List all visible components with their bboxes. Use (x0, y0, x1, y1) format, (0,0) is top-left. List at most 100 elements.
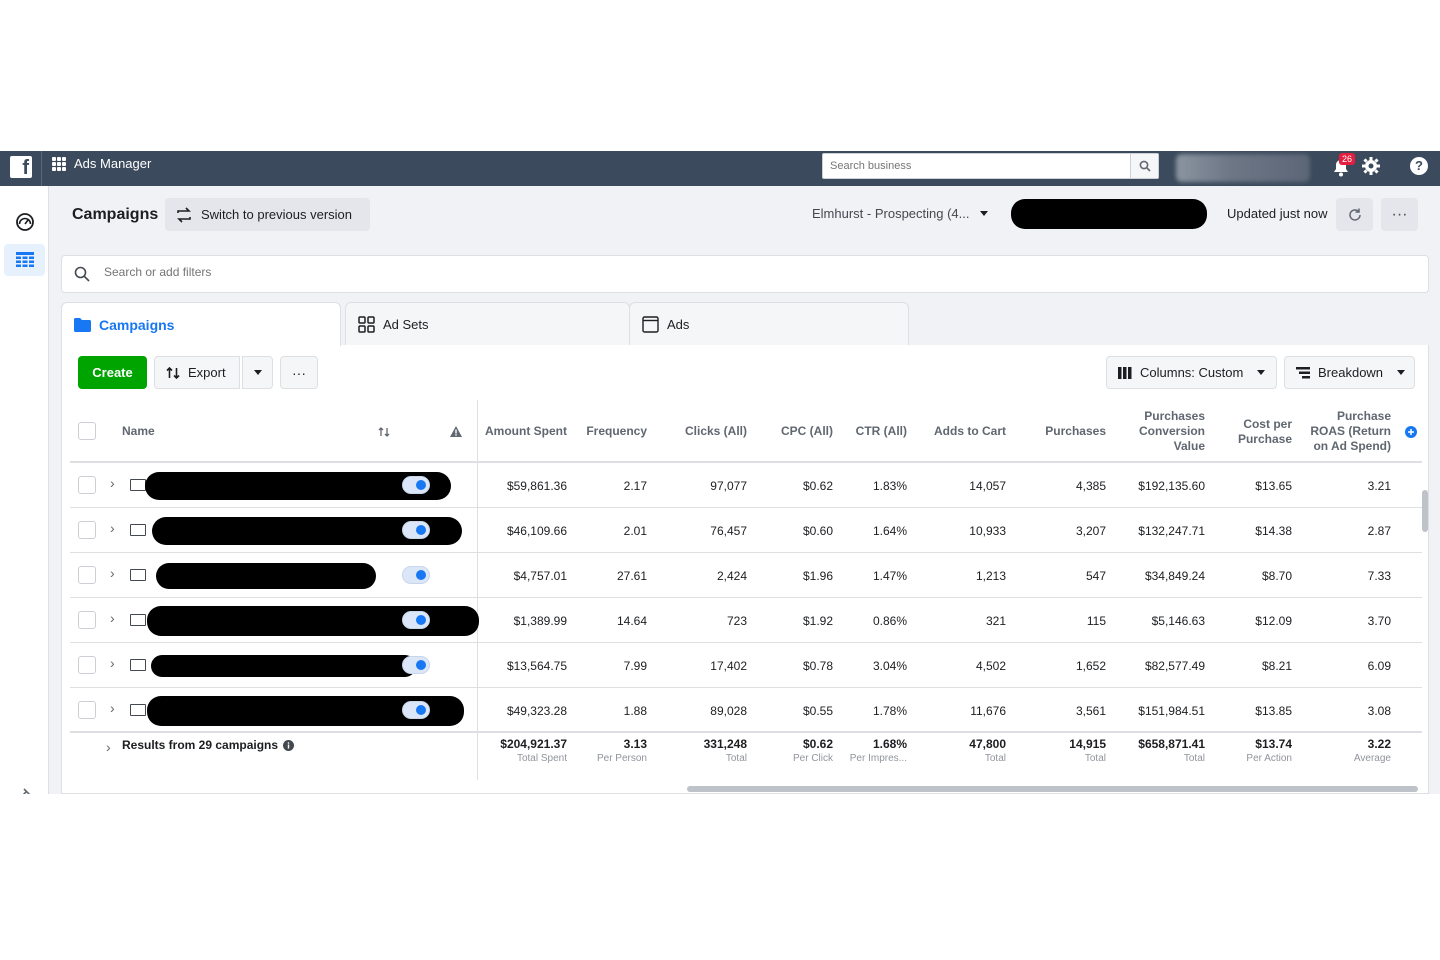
campaign-toggle[interactable] (402, 611, 430, 629)
folder-icon (130, 569, 146, 581)
column-header-amount-spent[interactable]: Amount Spent (480, 400, 567, 463)
tab-ads[interactable]: Ads (629, 302, 909, 345)
columns-button[interactable]: Columns: Custom (1106, 356, 1277, 389)
breakdown-button[interactable]: Breakdown (1284, 356, 1415, 389)
switch-version-label: Switch to previous version (201, 207, 353, 222)
total-value: 47,800 (969, 737, 1006, 751)
total-adds-to-cart: 47,800 Total (916, 737, 1006, 764)
table-row[interactable]: › $4,757.01 27.61 2,424 $1.96 1.47% 1,213 547 $3… (70, 553, 1422, 598)
filter-search-bar (61, 255, 1429, 293)
cell-conversion-value: $132,247.71 (1138, 523, 1205, 538)
facebook-logo-icon[interactable]: f (10, 156, 32, 179)
select-all-checkbox[interactable] (78, 422, 96, 440)
account-selector[interactable]: Elmhurst - Prospecting (4... (812, 206, 988, 221)
redacted-campaign-name (151, 654, 416, 677)
campaign-toggle[interactable] (402, 566, 430, 584)
campaign-toggle[interactable] (402, 701, 430, 719)
column-header-cpc[interactable]: CPC (All) (764, 400, 833, 463)
row-checkbox[interactable] (78, 566, 96, 584)
tab-campaigns[interactable]: Campaigns (61, 302, 341, 346)
cell-roas: 7.33 (1367, 568, 1391, 583)
column-header-adds-to-cart[interactable]: Adds to Cart (916, 400, 1006, 463)
apps-grid-icon[interactable] (52, 157, 66, 171)
table-row[interactable]: › $1,389.99 14.64 723 $1.92 0.86% 321 115 $5,146… (70, 598, 1422, 643)
sidebar-item-overview[interactable] (4, 206, 45, 238)
folder-icon (130, 659, 146, 671)
row-checkbox[interactable] (78, 701, 96, 719)
row-checkbox[interactable] (78, 611, 96, 629)
total-value: $204,921.37 (500, 737, 567, 751)
row-checkbox[interactable] (78, 521, 96, 539)
sort-arrows-icon[interactable] (376, 400, 390, 463)
cell-cpc: $1.96 (802, 568, 833, 583)
refresh-button[interactable] (1336, 198, 1373, 231)
sidebar-item-campaigns[interactable] (4, 244, 45, 276)
cell-frequency: 2.01 (623, 523, 647, 538)
chevron-right-icon[interactable]: › (110, 520, 115, 536)
chevron-right-icon[interactable]: › (110, 610, 115, 626)
create-button[interactable]: Create (78, 356, 147, 389)
filter-input[interactable] (104, 265, 704, 279)
app-title[interactable]: Ads Manager (74, 156, 151, 171)
column-header-name[interactable]: Name (122, 400, 155, 463)
more-actions-button[interactable]: ··· (280, 356, 318, 389)
chevron-right-icon[interactable]: › (110, 655, 115, 671)
column-header-purchases[interactable]: Purchases (1020, 400, 1106, 463)
columns-label: Columns: Custom (1140, 365, 1244, 380)
table-row[interactable]: › $13,564.75 7.99 17,402 $0.78 3.04% 4,502 1,65… (70, 643, 1422, 688)
cell-adds-to-cart: 4,502 (975, 658, 1006, 673)
search-business-input[interactable] (823, 154, 1129, 178)
page-title: Campaigns (72, 206, 159, 223)
campaign-toggle[interactable] (402, 521, 430, 539)
add-column-icon[interactable] (1403, 400, 1417, 463)
columns-icon (1118, 366, 1132, 379)
chevron-right-icon[interactable]: › (106, 739, 111, 755)
row-checkbox[interactable] (78, 656, 96, 674)
vertical-scrollbar[interactable] (1422, 490, 1428, 532)
table-row[interactable]: › $49,323.28 1.88 89,028 $0.55 1.78% 11,676 3,5… (70, 688, 1422, 733)
total-label: Average (1353, 753, 1391, 764)
row-checkbox[interactable] (78, 476, 96, 494)
total-label: Total (1084, 753, 1106, 764)
column-header-frequency[interactable]: Frequency (580, 400, 647, 463)
sidebar-item-pin[interactable] (4, 778, 45, 794)
cell-adds-to-cart: 1,213 (975, 568, 1006, 583)
help-icon[interactable]: ? (1410, 157, 1428, 175)
results-summary: Results from 29 campaigns (122, 738, 295, 752)
chevron-right-icon[interactable]: › (110, 565, 115, 581)
cell-roas: 2.87 (1367, 523, 1391, 538)
chevron-right-icon[interactable]: › (110, 700, 115, 716)
info-icon[interactable] (283, 739, 295, 751)
export-button[interactable]: Export (154, 356, 240, 389)
campaign-toggle[interactable] (402, 656, 430, 674)
cell-cost-per-purchase: $13.85 (1255, 703, 1292, 718)
total-label: Per Action (1246, 753, 1292, 764)
cell-ctr: 1.64% (872, 523, 907, 538)
folder-icon (130, 704, 146, 716)
more-options-button[interactable]: ··· (1381, 198, 1418, 231)
column-header-clicks[interactable]: Clicks (All) (666, 400, 747, 463)
cell-ctr: 1.83% (872, 478, 907, 493)
account-profile[interactable] (1176, 154, 1310, 182)
folder-icon (74, 317, 91, 332)
horizontal-scrollbar[interactable] (687, 786, 1418, 792)
chevron-right-icon[interactable]: › (110, 475, 115, 491)
column-header-ctr[interactable]: CTR (All) (840, 400, 907, 463)
results-label: Results from 29 campaigns (122, 738, 279, 752)
refresh-icon (1348, 208, 1361, 221)
column-header-roas[interactable]: Purchase ROAS (Return on Ad Spend) (1304, 400, 1391, 463)
tab-ad-sets[interactable]: Ad Sets (345, 302, 630, 345)
total-value: $0.62 (802, 737, 833, 751)
column-header-conversion-value[interactable]: Purchases Conversion Value (1120, 400, 1205, 463)
table-row[interactable]: › $59,861.36 2.17 97,077 $0.62 1.83% 14,057 4,3… (70, 463, 1422, 508)
cell-adds-to-cart: 14,057 (969, 478, 1006, 493)
campaign-toggle[interactable] (402, 476, 430, 494)
warning-icon[interactable] (448, 400, 462, 463)
switch-version-button[interactable]: Switch to previous version (165, 198, 370, 231)
column-header-cost-per-purchase[interactable]: Cost per Purchase (1220, 400, 1292, 463)
export-dropdown-button[interactable] (242, 356, 273, 389)
tab-label: Campaigns (99, 316, 175, 333)
table-row[interactable]: › $46,109.66 2.01 76,457 $0.60 1.64% 10,933 3,2… (70, 508, 1422, 553)
search-business-button[interactable] (1130, 154, 1158, 178)
settings-gear-icon[interactable] (1361, 156, 1381, 176)
